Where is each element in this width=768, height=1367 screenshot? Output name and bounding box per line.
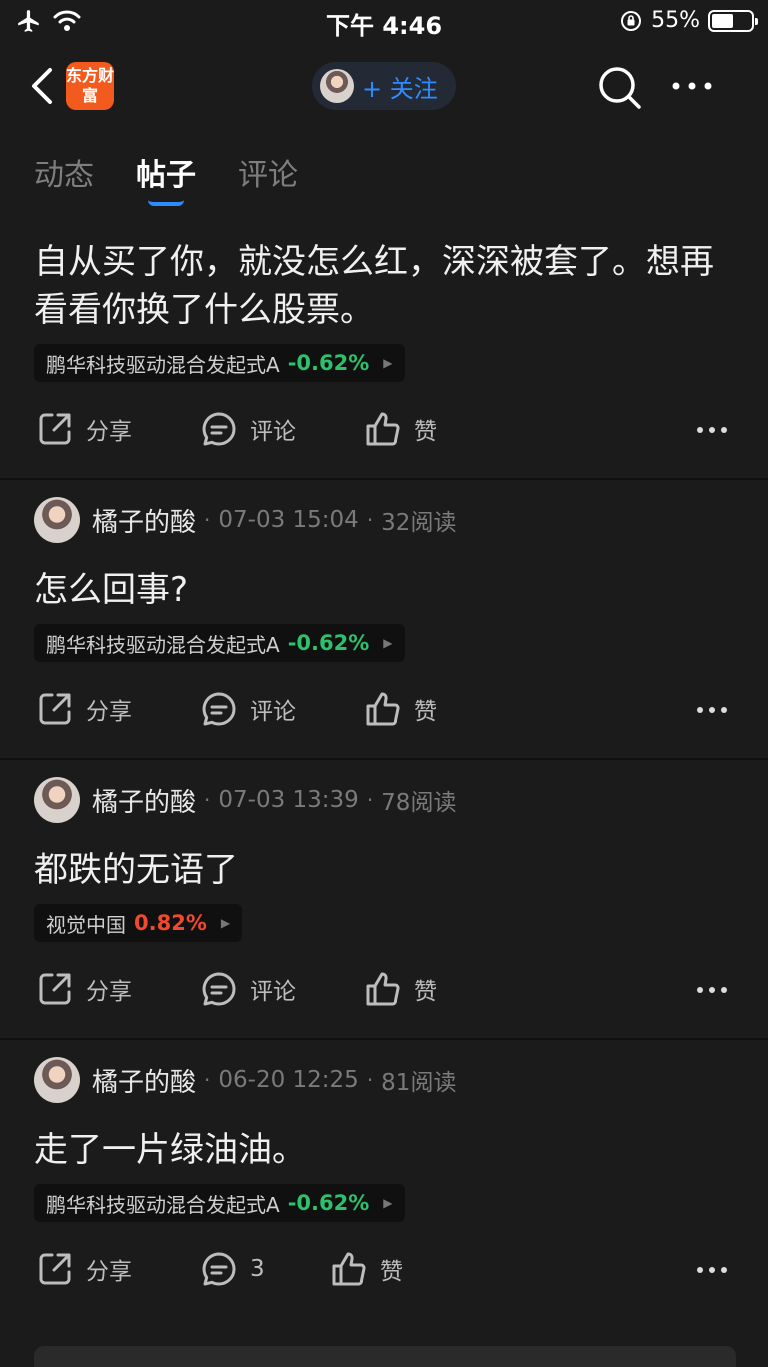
post-content: 自从买了你，就没怎么红，深深被套了。想再看看你换了什么股票。 <box>34 242 714 330</box>
author-avatar[interactable] <box>34 497 80 543</box>
post-date: 06-20 12:25 <box>218 1067 359 1093</box>
caret-right-icon: ▶ <box>383 356 393 370</box>
post-actions: 分享 评论 赞 <box>0 942 768 1038</box>
post-item[interactable]: 自从买了你，就没怎么红，深深被套了。想再看看你换了什么股票。 鹏华科技驱动混合发… <box>0 212 768 480</box>
follow-button[interactable]: + 关注 <box>312 62 456 110</box>
comment-icon <box>202 1252 236 1286</box>
battery-percent: 55% <box>651 8 700 33</box>
post-header: 橘子的酸 · 07-03 13:39 · 78阅读 <box>0 760 768 840</box>
post-actions: 分享 3 赞 <box>0 1222 768 1318</box>
stock-tag[interactable]: 鹏华科技驱动混合发起式A -0.62% ▶ <box>34 1184 405 1222</box>
stock-name: 鹏华科技驱动混合发起式A <box>46 632 280 657</box>
post-item[interactable]: 橘子的酸 · 07-03 13:39 · 78阅读 都跌的无语了 视觉中国 0.… <box>0 760 768 1040</box>
stock-name: 鹏华科技驱动混合发起式A <box>46 352 280 377</box>
caret-right-icon: ▶ <box>383 636 393 650</box>
stock-change: -0.62% <box>287 631 370 655</box>
stock-name: 鹏华科技驱动混合发起式A <box>46 1192 280 1217</box>
read-count: 78阅读 <box>381 790 457 816</box>
author-name[interactable]: 橘子的酸 <box>92 782 196 819</box>
post-more-icon[interactable] <box>696 986 728 994</box>
read-count: 81阅读 <box>381 1070 457 1096</box>
nav-bar: 东方财富 + 关注 <box>0 48 768 128</box>
comment-button[interactable]: 评论 <box>200 970 296 1008</box>
caret-right-icon: ▶ <box>383 1196 393 1210</box>
share-button[interactable]: 分享 <box>36 970 132 1008</box>
orientation-lock-icon <box>621 10 642 31</box>
author-name[interactable]: 橘子的酸 <box>92 1062 196 1099</box>
author-avatar[interactable] <box>34 777 80 823</box>
app-logo: 东方财富 <box>66 62 114 110</box>
comment-icon <box>202 412 236 446</box>
post-more-icon[interactable] <box>696 706 728 714</box>
stock-tag[interactable]: 视觉中国 0.82% ▶ <box>34 904 243 942</box>
comment-button[interactable]: 评论 <box>200 410 296 448</box>
post-item[interactable]: 橘子的酸 · 07-03 15:04 · 32阅读 怎么回事? 鹏华科技驱动混合… <box>0 480 768 760</box>
share-button[interactable]: 分享 <box>36 1250 132 1288</box>
caret-right-icon: ▶ <box>220 916 231 930</box>
post-content: 走了一片绿油油。 <box>34 1130 306 1170</box>
share-icon <box>39 693 71 725</box>
stock-change: -0.62% <box>287 1191 370 1215</box>
post-header: 橘子的酸 · 07-03 15:04 · 32阅读 <box>0 480 768 560</box>
battery-icon <box>708 9 758 32</box>
tab-posts[interactable]: 帖子 <box>136 150 196 206</box>
back-chevron-icon[interactable] <box>24 64 64 108</box>
post-feed: 自从买了你，就没怎么红，深深被套了。想再看看你换了什么股票。 鹏华科技驱动混合发… <box>0 212 768 1318</box>
comment-button[interactable]: 3 <box>200 1250 265 1288</box>
status-bar: 下午 4:46 55% <box>0 0 768 44</box>
like-button[interactable]: 赞 <box>330 1250 403 1288</box>
like-button[interactable]: 赞 <box>364 970 437 1008</box>
read-count: 32阅读 <box>381 510 457 536</box>
comment-count: 3 <box>250 1256 265 1282</box>
stock-name: 视觉中国 <box>46 912 126 937</box>
comment-icon <box>202 692 236 726</box>
post-date: 07-03 13:39 <box>218 787 359 813</box>
like-button[interactable]: 赞 <box>364 410 437 448</box>
author-avatar[interactable] <box>34 1057 80 1103</box>
thumbs-up-icon <box>366 972 400 1006</box>
tab-dynamics[interactable]: 动态 <box>34 150 94 200</box>
share-icon <box>39 413 71 445</box>
stock-tag[interactable]: 鹏华科技驱动混合发起式A -0.62% ▶ <box>34 624 405 662</box>
profile-tabs: 动态 帖子 评论 <box>34 150 298 206</box>
tab-comments[interactable]: 评论 <box>238 150 298 200</box>
post-content: 怎么回事? <box>34 570 189 610</box>
thumbs-up-icon <box>366 412 400 446</box>
post-content: 都跌的无语了 <box>34 850 238 890</box>
next-post-card[interactable] <box>34 1346 736 1367</box>
stock-change: 0.82% <box>134 911 207 935</box>
post-actions: 分享 评论 赞 <box>0 382 768 478</box>
author-name[interactable]: 橘子的酸 <box>92 502 196 539</box>
thumbs-up-icon <box>332 1252 366 1286</box>
share-button[interactable]: 分享 <box>36 690 132 728</box>
post-date: 07-03 15:04 <box>218 507 359 533</box>
stock-change: -0.62% <box>287 351 370 375</box>
comment-button[interactable]: 评论 <box>200 690 296 728</box>
stock-tag[interactable]: 鹏华科技驱动混合发起式A -0.62% ▶ <box>34 344 405 382</box>
like-button[interactable]: 赞 <box>364 690 437 728</box>
thumbs-up-icon <box>366 692 400 726</box>
post-more-icon[interactable] <box>696 1266 728 1274</box>
post-more-icon[interactable] <box>696 426 728 434</box>
post-actions: 分享 评论 赞 <box>0 662 768 758</box>
post-item[interactable]: 橘子的酸 · 06-20 12:25 · 81阅读 走了一片绿油油。 鹏华科技驱… <box>0 1040 768 1318</box>
follow-label: + 关注 <box>362 74 438 103</box>
share-icon <box>39 1253 71 1285</box>
more-options-icon[interactable] <box>670 76 714 96</box>
post-header: 橘子的酸 · 06-20 12:25 · 81阅读 <box>0 1040 768 1120</box>
share-button[interactable]: 分享 <box>36 410 132 448</box>
search-icon[interactable] <box>596 64 642 110</box>
active-tab-indicator <box>148 200 184 206</box>
share-icon <box>39 973 71 1005</box>
user-avatar <box>320 69 354 103</box>
comment-icon <box>202 972 236 1006</box>
